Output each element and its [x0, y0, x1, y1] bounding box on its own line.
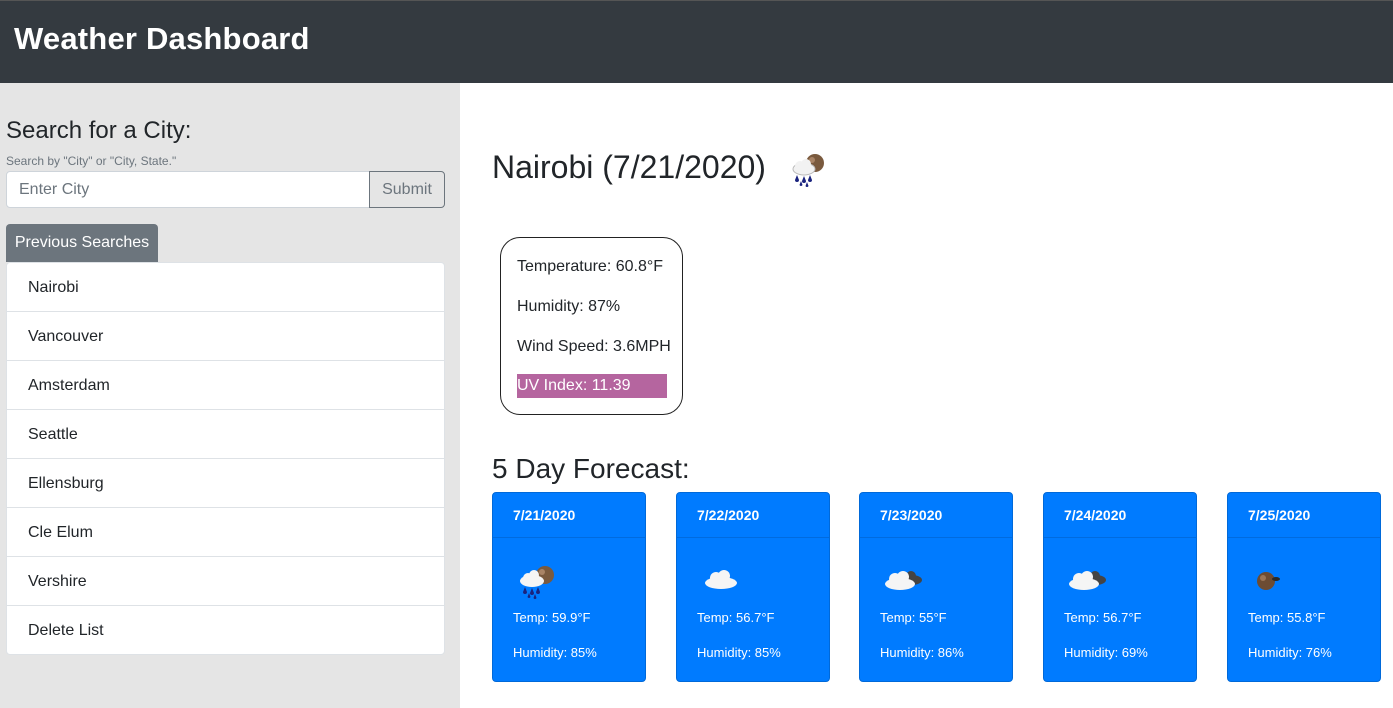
- submit-button[interactable]: Submit: [369, 171, 445, 208]
- current-temperature: Temperature: 60.8°F: [517, 258, 664, 275]
- forecast-card: 7/23/2020 Temp: 55°F Humidity: 86%: [859, 492, 1013, 682]
- rain-cloud-icon: [788, 151, 828, 192]
- forecast-card: 7/22/2020 Temp: 56.7°F Humidity: 85%: [676, 492, 830, 682]
- forecast-temp: Temp: 56.7°F: [1064, 610, 1142, 625]
- rain-cloud-icon: [515, 563, 559, 604]
- current-humidity: Humidity: 87%: [517, 298, 621, 315]
- cloud-icon: [699, 563, 743, 604]
- forecast-title: 5 Day Forecast:: [492, 453, 690, 484]
- list-item-nairobi[interactable]: Nairobi: [7, 263, 444, 312]
- broken-clouds-icon: [882, 563, 926, 604]
- broken-clouds-icon: [1066, 563, 1110, 604]
- app-title: Weather Dashboard: [14, 21, 310, 56]
- forecast-date: 7/21/2020: [493, 493, 645, 538]
- navbar: Weather Dashboard: [0, 0, 1393, 83]
- current-wind-speed: Wind Speed: 3.6MPH: [517, 338, 671, 355]
- forecast-temp: Temp: 55.8°F: [1248, 610, 1326, 625]
- forecast-card: 7/24/2020 Temp: 56.7°F Humidity: 69%: [1043, 492, 1197, 682]
- current-conditions-card: Temperature: 60.8°F Humidity: 87% Wind S…: [500, 237, 683, 415]
- list-item-amsterdam[interactable]: Amsterdam: [7, 361, 444, 410]
- forecast-date: 7/25/2020: [1228, 493, 1380, 538]
- forecast-humidity: Humidity: 86%: [880, 645, 964, 660]
- search-title: Search for a City:: [6, 117, 192, 144]
- uv-index-badge: UV Index: 11.39: [517, 374, 667, 398]
- list-item-cle-elum[interactable]: Cle Elum: [7, 508, 444, 557]
- forecast-date: 7/23/2020: [860, 493, 1012, 538]
- forecast-temp: Temp: 56.7°F: [697, 610, 775, 625]
- forecast-humidity: Humidity: 85%: [697, 645, 781, 660]
- few-clouds-icon: [1250, 563, 1294, 604]
- forecast-temp: Temp: 55°F: [880, 610, 947, 625]
- list-item-vancouver[interactable]: Vancouver: [7, 312, 444, 361]
- forecast-humidity: Humidity: 85%: [513, 645, 597, 660]
- list-item-ellensburg[interactable]: Ellensburg: [7, 459, 444, 508]
- city-search-input[interactable]: [6, 171, 370, 208]
- list-item-seattle[interactable]: Seattle: [7, 410, 444, 459]
- forecast-temp: Temp: 59.9°F: [513, 610, 591, 625]
- previous-searches-list: Nairobi Vancouver Amsterdam Seattle Elle…: [6, 262, 445, 655]
- list-item-vershire[interactable]: Vershire: [7, 557, 444, 606]
- main-panel: Nairobi (7/21/2020) Temperature: 60.8°F …: [460, 83, 1393, 708]
- forecast-card: 7/21/2020 Temp: 59.9°F Humidity: 85%: [492, 492, 646, 682]
- forecast-humidity: Humidity: 76%: [1248, 645, 1332, 660]
- search-help-text: Search by "City" or "City, State.": [6, 154, 177, 168]
- sidebar: Search for a City: Search by "City" or "…: [0, 83, 460, 708]
- forecast-card: 7/25/2020 Temp: 55.8°F Humidity: 76%: [1227, 492, 1381, 682]
- current-city-title: Nairobi (7/21/2020): [492, 149, 766, 185]
- previous-searches-button[interactable]: Previous Searches: [6, 224, 158, 262]
- forecast-date: 7/24/2020: [1044, 493, 1196, 538]
- delete-list-item[interactable]: Delete List: [7, 606, 444, 654]
- forecast-date: 7/22/2020: [677, 493, 829, 538]
- forecast-humidity: Humidity: 69%: [1064, 645, 1148, 660]
